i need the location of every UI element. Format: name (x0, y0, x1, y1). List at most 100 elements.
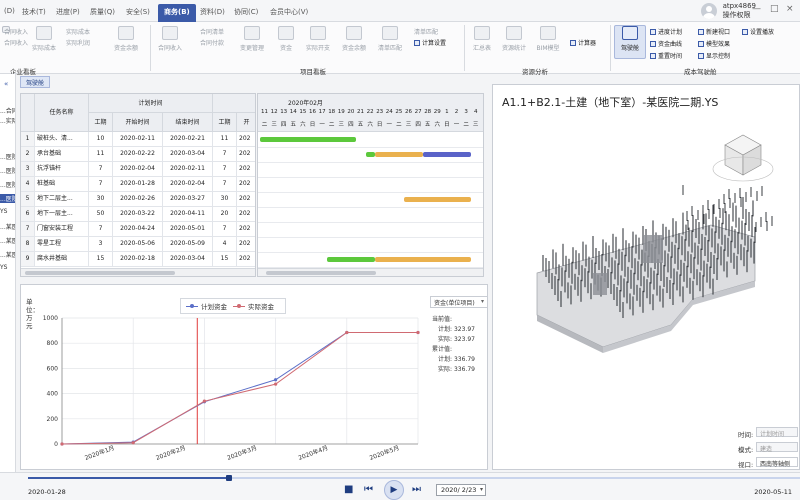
table-cell-end[interactable]: 2020-05-01 (163, 222, 213, 237)
scrollbar-thumb[interactable] (266, 271, 376, 275)
column-header-start[interactable]: 开始时间 (113, 113, 163, 132)
table-cell-start[interactable]: 2020-01-28 (113, 177, 163, 192)
table-cell-dur[interactable]: 3 (89, 237, 113, 252)
row-number[interactable]: 5 (21, 192, 35, 207)
stop-icon[interactable]: ■ (344, 484, 353, 495)
cockpit-button[interactable]: 驾驶舱 (614, 25, 646, 59)
table-cell-dur2[interactable]: 11 (213, 132, 237, 147)
menu-item-member[interactable]: 会员中心(V) (270, 7, 308, 17)
table-cell-name[interactable]: 地下一层主... (35, 207, 89, 222)
table-cell-start[interactable]: 2020-02-22 (113, 147, 163, 162)
menu-item-quality[interactable]: 质量(Q) (90, 7, 115, 17)
table-cell-start[interactable]: 2020-05-06 (113, 237, 163, 252)
table-cell-end[interactable]: 2020-04-11 (163, 207, 213, 222)
summary-table-button[interactable]: 汇总表 (466, 26, 498, 60)
grid-horizontal-scrollbar[interactable] (21, 268, 255, 276)
table-cell-dur[interactable]: 10 (89, 132, 113, 147)
collapse-icon[interactable]: « (4, 80, 8, 88)
gantt-horizontal-scrollbar[interactable] (258, 268, 483, 276)
nav-item[interactable]: YS (0, 264, 7, 271)
user-box[interactable]: atpx4869 操作权限 (700, 2, 756, 20)
time-mode-select[interactable]: 计划时间 (756, 427, 798, 438)
table-cell-dur[interactable]: 30 (89, 192, 113, 207)
table-cell-dur2[interactable]: 7 (213, 177, 237, 192)
row-number[interactable]: 3 (21, 162, 35, 177)
actual-expense-button[interactable]: 实际开支 (302, 26, 334, 60)
table-cell-dur2[interactable]: 30 (213, 192, 237, 207)
change-management-button[interactable]: 变更管理 (236, 26, 268, 60)
bim-model-canvas[interactable] (493, 85, 800, 470)
nav-item[interactable]: ...某医院 (0, 222, 15, 231)
table-cell-dur[interactable]: 15 (89, 252, 113, 267)
viewport-select[interactable]: 西南等轴侧 (756, 457, 798, 468)
nav-item[interactable]: ...某医院 (0, 236, 15, 245)
table-cell-name[interactable]: 桩基础 (35, 177, 89, 192)
table-cell-name[interactable]: 地下二层主... (35, 192, 89, 207)
calc-settings-button[interactable]: 计算设置 (414, 38, 446, 47)
table-cell-start[interactable]: 2020-03-22 (113, 207, 163, 222)
nav-item[interactable]: ...医院 (0, 180, 15, 189)
nav-item[interactable]: ...医院 (0, 152, 15, 161)
build-mode-select[interactable]: 建造 (756, 442, 798, 453)
table-cell-end[interactable]: 2020-03-27 (163, 192, 213, 207)
fund-button[interactable]: 资金 (270, 26, 302, 60)
fund-type-select[interactable]: 资金(单位项目) ▾ (430, 296, 488, 308)
ribbon-enterprise-cost[interactable]: 实际成本 (66, 27, 90, 36)
nav-item[interactable]: YS (0, 208, 7, 215)
table-cell-act[interactable]: 202 (237, 252, 255, 267)
table-cell-end[interactable]: 2020-05-09 (163, 237, 213, 252)
gantt-bar[interactable] (375, 152, 424, 157)
gantt-bar[interactable] (404, 197, 472, 202)
table-cell-start[interactable]: 2020-02-26 (113, 192, 163, 207)
menu-item-schedule[interactable]: 进度(P) (56, 7, 80, 17)
timeline-handle[interactable] (225, 475, 232, 481)
table-cell-name[interactable]: 承台基础 (35, 147, 89, 162)
calculator-button[interactable]: 计算器 (570, 38, 596, 47)
table-cell-act[interactable]: 202 (237, 177, 255, 192)
resource-stat-button[interactable]: 资源统计 (498, 26, 530, 60)
table-cell-dur2[interactable]: 7 (213, 222, 237, 237)
nav-item[interactable]: ...某医院 (0, 250, 15, 259)
column-header-task-name[interactable]: 任务名称 (35, 94, 89, 132)
table-cell-act[interactable]: 202 (237, 192, 255, 207)
avatar[interactable] (700, 3, 717, 19)
table-cell-dur2[interactable]: 4 (213, 237, 237, 252)
ribbon-project-list[interactable]: 合同清单 (200, 27, 224, 36)
table-cell-name[interactable]: 破桩头、清... (35, 132, 89, 147)
table-cell-dur[interactable]: 11 (89, 147, 113, 162)
table-cell-dur[interactable]: 7 (89, 162, 113, 177)
menu-item-tech[interactable]: 技术(T) (22, 7, 46, 17)
ribbon-enterprise-profit[interactable]: 实际利润 (66, 38, 90, 47)
close-icon[interactable]: × (786, 4, 794, 14)
column-header-duration[interactable]: 工期 (89, 113, 113, 132)
bim-model-button[interactable]: BIM模型 (532, 26, 564, 60)
model-effect-button[interactable]: 模型效果 (698, 39, 730, 48)
table-cell-name[interactable]: 腐水井基础 (35, 252, 89, 267)
display-control-button[interactable]: 显示控制 (698, 51, 730, 60)
gantt-bar[interactable] (375, 257, 472, 262)
ribbon-enterprise-income-a[interactable]: 合同收入 (4, 27, 28, 36)
fund-balance-button[interactable]: 资金余额 (338, 26, 370, 60)
table-cell-start[interactable]: 2020-02-18 (113, 252, 163, 267)
gantt-bar[interactable] (260, 137, 356, 142)
play-button[interactable]: ▶ (384, 480, 404, 500)
menu-item-docs[interactable]: 资料(D) (200, 7, 225, 17)
schedule-plan-toggle[interactable]: 进度计划 (650, 27, 682, 36)
table-cell-end[interactable]: 2020-02-11 (163, 162, 213, 177)
table-cell-act[interactable]: 202 (237, 237, 255, 252)
table-cell-act[interactable]: 202 (237, 147, 255, 162)
fast-forward-icon[interactable]: ⏭ (412, 484, 421, 495)
table-cell-act[interactable]: 202 (237, 222, 255, 237)
model-viewport[interactable] (492, 84, 800, 470)
menu-item-d[interactable]: (D) (4, 7, 15, 15)
table-cell-end[interactable]: 2020-03-04 (163, 147, 213, 162)
table-cell-dur[interactable]: 50 (89, 207, 113, 222)
rewind-icon[interactable]: ⏮ (364, 484, 373, 495)
ribbon-project-payment[interactable]: 合同付款 (200, 38, 224, 47)
gantt-bar[interactable] (327, 257, 376, 262)
ribbon-project-match[interactable]: 清单匹配 (414, 27, 438, 36)
table-cell-name[interactable]: 零星工程 (35, 237, 89, 252)
table-cell-dur2[interactable]: 7 (213, 147, 237, 162)
table-cell-start[interactable]: 2020-02-04 (113, 162, 163, 177)
row-number[interactable]: 1 (21, 132, 35, 147)
